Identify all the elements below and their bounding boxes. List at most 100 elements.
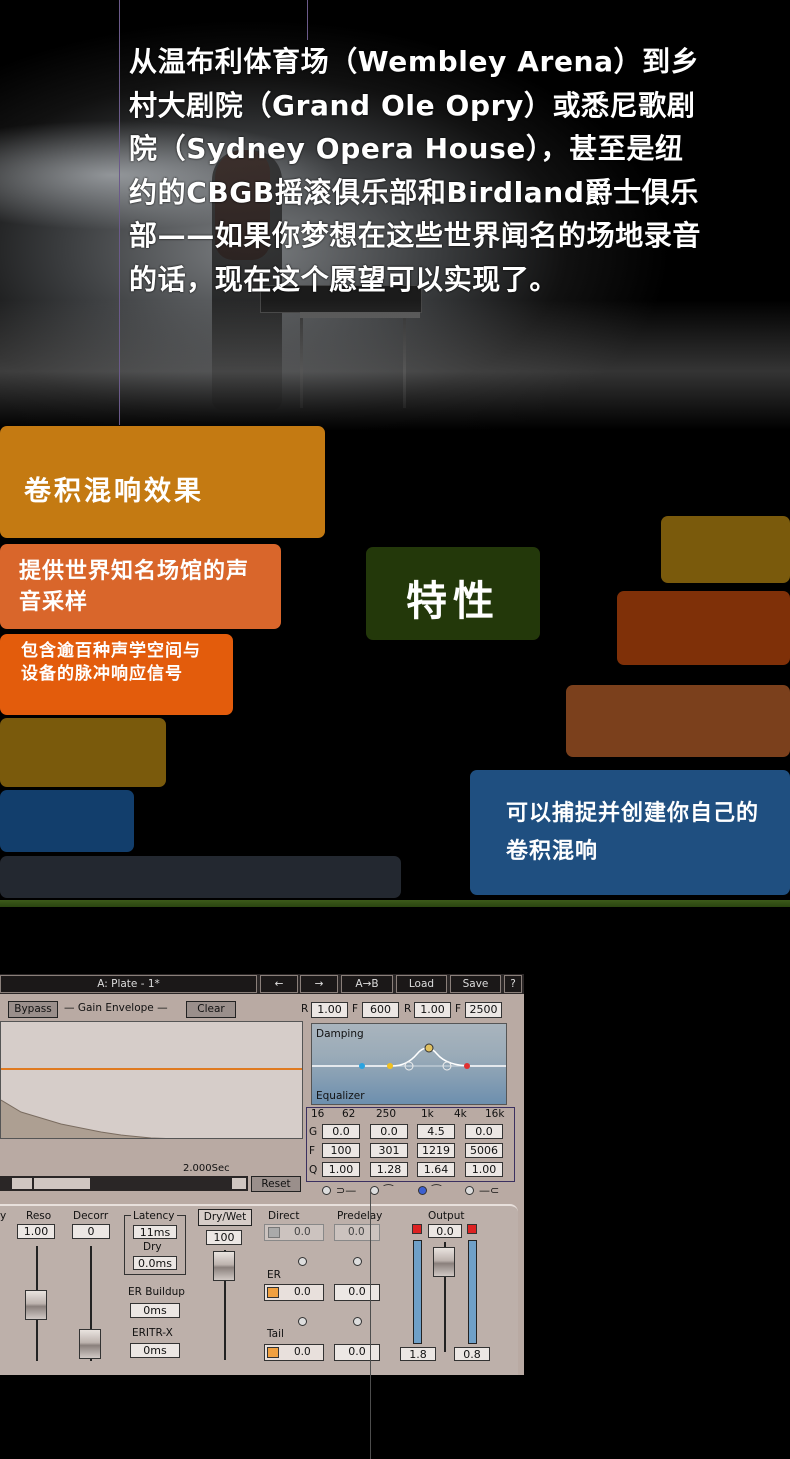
partial-label: y (0, 1210, 7, 1222)
eq-param-field[interactable]: 5006 (465, 1143, 503, 1158)
output-field[interactable]: 0.0 (428, 1224, 462, 1238)
tail-value: 0.0 (294, 1346, 311, 1358)
preset-selector[interactable]: A: Plate - 1* (0, 975, 257, 993)
eq-row-label: Q (309, 1164, 318, 1176)
filter-radio-bell1[interactable] (370, 1186, 379, 1195)
clip-indicator-right[interactable] (467, 1224, 477, 1234)
tile-convolution-reverb: 卷积混响效果 (0, 426, 325, 538)
tile-decorative (661, 516, 790, 583)
load-button[interactable]: Load (396, 975, 447, 993)
envelope-graph[interactable] (0, 1021, 303, 1139)
eq-param-field[interactable]: 1219 (417, 1143, 455, 1158)
help-button[interactable]: ? (504, 975, 522, 993)
eq-param-field[interactable]: 0.0 (465, 1124, 503, 1139)
eq-row-label: F (309, 1145, 316, 1157)
eritr-label: ERITR-X (132, 1327, 173, 1339)
filter-radio-lowshelf[interactable] (322, 1186, 331, 1195)
divider-line (370, 1190, 371, 1459)
r-label: R (404, 1003, 412, 1015)
divider-line (119, 0, 120, 425)
a-to-b-button[interactable]: A→B (341, 975, 393, 993)
clip-indicator-left[interactable] (412, 1224, 422, 1234)
scroll-right-icon[interactable] (232, 1178, 246, 1189)
er-pan-knob-2[interactable] (353, 1317, 362, 1326)
dry-wet-field[interactable]: 100 (206, 1230, 242, 1245)
output-label: Output (428, 1210, 465, 1222)
r-field-2[interactable]: 1.00 (414, 1002, 451, 1018)
er-buildup-field[interactable]: 0ms (130, 1303, 180, 1318)
tile-create-reverb: 可以捕捉并创建你自己的卷积混响 (470, 770, 790, 895)
prev-preset-button[interactable]: ← (260, 975, 298, 993)
bypass-button[interactable]: Bypass (8, 1001, 58, 1018)
er-field-2[interactable]: 0.0 (334, 1284, 380, 1301)
eq-param-field[interactable]: 1.28 (370, 1162, 408, 1177)
damping-equalizer-panel[interactable]: Damping Equalizer (311, 1023, 507, 1105)
tile-decorative (617, 591, 790, 665)
reset-button[interactable]: Reset (251, 1176, 301, 1192)
eq-frequency-label: 62 (342, 1108, 356, 1120)
eq-param-field[interactable]: 1.00 (465, 1162, 503, 1177)
reso-field[interactable]: 1.00 (17, 1224, 55, 1239)
tail-toggle[interactable] (267, 1347, 279, 1358)
bell-icon: ⁀ (432, 1184, 441, 1197)
next-preset-button[interactable]: → (300, 975, 338, 993)
tile-impulse-responses: 包含逾百种声学空间与设备的脉冲响应信号 (0, 634, 233, 715)
bell-icon: ⁀ (384, 1184, 393, 1197)
scroll-left-icon[interactable] (12, 1178, 32, 1189)
eq-row-label: G (309, 1126, 318, 1138)
eq-frequency-label: 4k (454, 1108, 467, 1120)
eq-frequency-label: 16 (311, 1108, 325, 1120)
eq-param-field[interactable]: 1.00 (322, 1162, 360, 1177)
tail-field-2[interactable]: 0.0 (334, 1344, 380, 1361)
eq-param-field[interactable]: 0.0 (322, 1124, 360, 1139)
eq-param-field[interactable]: 1.64 (417, 1162, 455, 1177)
save-button[interactable]: Save (450, 975, 501, 993)
filter-radio-bell2[interactable] (418, 1186, 427, 1195)
decorr-slider-knob[interactable] (79, 1329, 101, 1359)
f-field[interactable]: 600 (362, 1002, 399, 1018)
lowshelf-icon: ⊃— (336, 1184, 357, 1197)
tile-label: 卷积混响效果 (24, 476, 204, 507)
decorr-label: Decorr (73, 1210, 109, 1222)
eritr-field[interactable]: 0ms (130, 1343, 180, 1358)
dry-wet-button[interactable]: Dry/Wet (198, 1209, 252, 1226)
eq-param-field[interactable]: 0.0 (370, 1124, 408, 1139)
er-pan-knob[interactable] (298, 1317, 307, 1326)
tile-decorative (0, 790, 134, 852)
predelay-label: Predelay (337, 1210, 383, 1222)
eq-frequency-label: 1k (421, 1108, 434, 1120)
eq-param-field[interactable]: 100 (322, 1143, 360, 1158)
scroll-thumb[interactable] (34, 1178, 90, 1189)
tile-label: 提供世界知名场馆的声音采样 (19, 559, 250, 615)
dry-wet-slider-knob[interactable] (213, 1251, 235, 1281)
output-meter-left (413, 1240, 422, 1344)
tile-venue-samples: 提供世界知名场馆的声音采样 (0, 544, 281, 629)
direct-pan-knob[interactable] (298, 1257, 307, 1266)
predelay-value: 0.0 (348, 1226, 365, 1238)
envelope-curve (1, 1068, 302, 1138)
hero-banner: 从温布利体育场（Wembley Arena）到乡村大剧院（Grand Ole O… (0, 0, 790, 430)
decorr-field[interactable]: 0 (72, 1224, 110, 1239)
dry-label: Dry (143, 1241, 162, 1253)
latency-label: Latency (131, 1210, 177, 1222)
r-field[interactable]: 1.00 (311, 1002, 348, 1018)
dry-field[interactable]: 0.0ms (133, 1256, 177, 1270)
divider-line (307, 0, 308, 40)
f-field-2[interactable]: 2500 (465, 1002, 502, 1018)
tile-decorative (0, 718, 166, 787)
latency-field[interactable]: 11ms (133, 1225, 177, 1239)
meter-right-readout: 0.8 (454, 1347, 490, 1361)
direct-toggle[interactable] (268, 1227, 280, 1238)
clear-button[interactable]: Clear (186, 1001, 236, 1018)
er-toggle[interactable] (267, 1287, 279, 1298)
gain-envelope-label: — Gain Envelope — (64, 1002, 168, 1014)
filter-radio-highshelf[interactable] (465, 1186, 474, 1195)
highshelf-icon: —⊂ (479, 1184, 500, 1197)
output-slider-knob[interactable] (433, 1247, 455, 1277)
filter-type-row: ⊃— ⁀ ⁀ —⊂ (320, 1184, 520, 1198)
eq-param-field[interactable]: 301 (370, 1143, 408, 1158)
eq-grid: G 0.0 0.0 4.5 0.0 F 100 301 1219 5006 Q 1.00 1.28 1.6… (306, 1124, 515, 1182)
predelay-pan-knob[interactable] (353, 1257, 362, 1266)
reso-slider-knob[interactable] (25, 1290, 47, 1320)
eq-param-field[interactable]: 4.5 (417, 1124, 455, 1139)
